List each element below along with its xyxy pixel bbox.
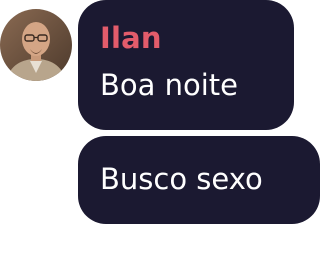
sender-name[interactable]: Ilan xyxy=(100,20,162,56)
chat-thread: Ilan Boa noite Busco sexo xyxy=(0,0,320,274)
avatar[interactable] xyxy=(0,9,72,81)
message-bubble[interactable]: Ilan Boa noite xyxy=(78,0,294,130)
message-text: Boa noite xyxy=(100,68,239,102)
avatar-image xyxy=(0,9,72,81)
message-bubble[interactable]: Busco sexo xyxy=(78,136,320,224)
message-text: Busco sexo xyxy=(100,162,263,196)
